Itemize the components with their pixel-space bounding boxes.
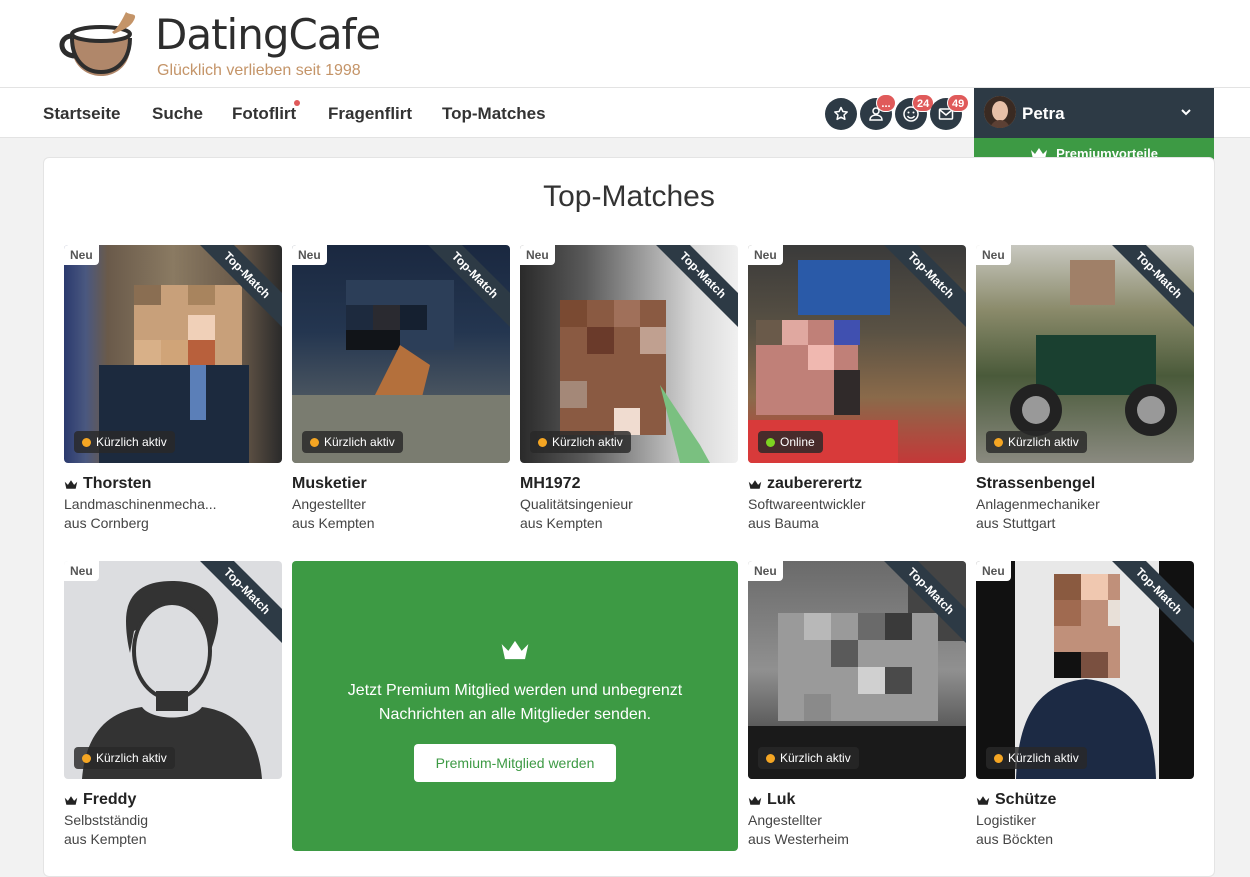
new-badge: Neu (748, 561, 783, 581)
premium-promo-card: Jetzt Premium Mitglied werden und unbegr… (292, 561, 738, 851)
profile-name[interactable]: MH1972 (520, 475, 738, 493)
crown-icon (748, 479, 762, 489)
crown-icon (501, 640, 529, 660)
crown-icon (976, 795, 990, 805)
profile-photo[interactable]: Neu Top-Match Online (748, 245, 966, 463)
status-badge: Kürzlich aktiv (74, 431, 175, 453)
user-name: Petra (1022, 104, 1065, 123)
profile-job: Selbstständig (64, 812, 149, 828)
new-badge: Neu (520, 245, 555, 265)
profile-photo[interactable]: Neu Top-Match Kürzlich aktiv (64, 561, 282, 779)
brand-tagline: Glücklich verlieben seit 1998 (157, 62, 361, 79)
profile-photo[interactable]: Neu Top-Match Kürzlich aktiv (292, 245, 510, 463)
status-badge: Kürzlich aktiv (986, 431, 1087, 453)
chevron-down-icon (1181, 109, 1191, 116)
profile-name[interactable]: Thorsten (64, 475, 282, 493)
profile-photo[interactable]: Neu Top-Match Kürzlich aktiv (520, 245, 738, 463)
new-badge: Neu (976, 245, 1011, 265)
profile-job: Landmaschinenmecha... (64, 496, 217, 512)
profile-photo[interactable]: Neu Top-Match Kürzlich aktiv (64, 245, 282, 463)
profile-name[interactable]: zaubererertz (748, 475, 966, 493)
profile-card[interactable]: Neu Top-Match Kürzlich aktiv Luk Angeste… (748, 561, 966, 847)
new-badge: Neu (292, 245, 327, 265)
new-badge: Neu (748, 245, 783, 265)
user-menu[interactable]: Petra (974, 88, 1214, 138)
profile-photo[interactable]: Neu Top-Match Kürzlich aktiv (976, 245, 1194, 463)
new-badge: Neu (64, 245, 99, 265)
nav-suche[interactable]: Suche (152, 104, 203, 124)
nav-fragenflirt[interactable]: Fragenflirt (328, 104, 412, 124)
profile-name[interactable]: Luk (748, 791, 966, 809)
profile-city: aus Kempten (520, 515, 603, 531)
profile-card[interactable]: Neu Top-Match Kürzlich aktiv Strassenben… (976, 245, 1194, 531)
profile-job: Angestellter (748, 812, 822, 828)
profile-name[interactable]: Freddy (64, 791, 282, 809)
profile-job: Angestellter (292, 496, 366, 512)
profile-name[interactable]: Strassenbengel (976, 475, 1194, 493)
cafe-cup-logo-icon[interactable] (58, 8, 148, 80)
nav-top-matches[interactable]: Top-Matches (442, 104, 546, 124)
user-avatar (984, 96, 1016, 128)
page-title: Top-Matches (543, 180, 715, 213)
profile-card[interactable]: Neu Top-Match Online zaubererertz Softwa… (748, 245, 966, 531)
profile-photo[interactable]: Neu Top-Match Kürzlich aktiv (976, 561, 1194, 779)
favorites-button[interactable] (825, 98, 857, 130)
profile-card[interactable]: Neu Top-Match Kürzlich aktiv Thorsten La… (64, 245, 282, 531)
status-badge: Online (758, 431, 823, 453)
status-badge: Kürzlich aktiv (530, 431, 631, 453)
become-premium-button[interactable]: Premium-Mitglied werden (414, 744, 616, 782)
status-badge: Kürzlich aktiv (74, 747, 175, 769)
profile-city: aus Westerheim (748, 831, 849, 847)
profile-city: aus Cornberg (64, 515, 149, 531)
profile-job: Anlagenmechaniker (976, 496, 1100, 512)
profile-city: aus Bauma (748, 515, 819, 531)
profile-card[interactable]: Neu Top-Match Kürzlich aktiv Schütze Log… (976, 561, 1194, 847)
fotoflirt-notification-dot (294, 100, 300, 106)
profile-city: aus Kempten (292, 515, 375, 531)
visitors-badge: ... (876, 94, 896, 112)
crown-icon (64, 479, 78, 489)
profile-city: aus Stuttgart (976, 515, 1056, 531)
new-badge: Neu (64, 561, 99, 581)
site-header: DatingCafe Glücklich verlieben seit 1998 (0, 0, 1250, 88)
profile-job: Qualitätsingenieur (520, 496, 633, 512)
brand-name[interactable]: DatingCafe (155, 10, 381, 59)
nav-fotoflirt[interactable]: Fotoflirt (232, 104, 296, 124)
profile-name[interactable]: Musketier (292, 475, 510, 493)
profile-city: aus Kempten (64, 831, 147, 847)
status-badge: Kürzlich aktiv (302, 431, 403, 453)
profile-city: aus Böckten (976, 831, 1054, 847)
profile-card[interactable]: Neu Top-Match Kürzlich aktiv MH1972 Qual… (520, 245, 738, 531)
profile-name[interactable]: Schütze (976, 791, 1194, 809)
profile-card[interactable]: Neu Top-Match Kürzlich aktiv Freddy Selb… (64, 561, 282, 847)
crown-icon (748, 795, 762, 805)
profile-job: Softwareentwickler (748, 496, 866, 512)
status-badge: Kürzlich aktiv (758, 747, 859, 769)
crown-icon (64, 795, 78, 805)
nav-startseite[interactable]: Startseite (43, 104, 120, 124)
profile-job: Logistiker (976, 812, 1036, 828)
profile-photo[interactable]: Neu Top-Match Kürzlich aktiv (748, 561, 966, 779)
new-badge: Neu (976, 561, 1011, 581)
messages-badge: 49 (947, 94, 970, 112)
promo-text: Jetzt Premium Mitglied werden und unbegr… (347, 682, 683, 723)
status-badge: Kürzlich aktiv (986, 747, 1087, 769)
profile-card[interactable]: Neu Top-Match Kürzlich aktiv Musketier A… (292, 245, 510, 531)
star-icon (834, 106, 848, 121)
